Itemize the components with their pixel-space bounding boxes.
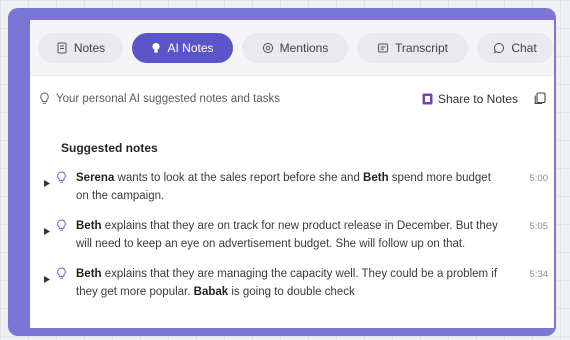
person-name: Beth: [76, 268, 102, 280]
tab-bar: Notes AI Notes Mentions Transcript Chat: [30, 20, 554, 76]
note-text: Serena wants to look at the sales report…: [76, 169, 506, 205]
tab-ai-notes[interactable]: AI Notes: [132, 32, 233, 63]
tab-label: AI Notes: [167, 40, 214, 55]
note-timestamp[interactable]: 5:05: [530, 217, 549, 253]
tab-notes[interactable]: Notes: [38, 32, 123, 63]
tab-label: Transcript: [395, 40, 448, 55]
person-name: Beth: [76, 220, 102, 232]
notes-icon: [56, 42, 68, 54]
note-timestamp[interactable]: 5:34: [530, 265, 549, 301]
note-text-segment: explains that they are on track for new …: [76, 220, 498, 250]
onenote-icon: [422, 93, 433, 105]
expand-caret-icon[interactable]: [44, 265, 56, 301]
person-name: Beth: [363, 172, 389, 184]
lightbulb-icon: [151, 42, 161, 54]
lightbulb-icon: [56, 265, 76, 301]
lightbulb-icon: [39, 92, 50, 105]
tab-label: Notes: [73, 40, 106, 55]
transcript-icon: [377, 42, 389, 54]
banner-hint: Your personal AI suggested notes and tas…: [56, 92, 280, 105]
note-item: Beth explains that they are on track for…: [30, 217, 554, 253]
share-to-notes-button[interactable]: Share to Notes: [422, 92, 518, 106]
note-text: Beth explains that they are managing the…: [76, 265, 506, 301]
suggestion-banner: Your personal AI suggested notes and tas…: [30, 76, 554, 121]
at-icon: [262, 42, 274, 54]
section-title: Suggested notes: [61, 141, 158, 155]
note-item: Beth explains that they are managing the…: [30, 265, 554, 301]
share-label: Share to Notes: [437, 91, 518, 106]
expand-caret-icon[interactable]: [44, 217, 56, 253]
tab-chat[interactable]: Chat: [477, 32, 553, 63]
tab-label: Mentions: [279, 40, 329, 55]
note-text-segment: wants to look at the sales report before…: [114, 172, 364, 184]
ai-notes-panel: Notes AI Notes Mentions Transcript Chat: [30, 20, 554, 328]
note-timestamp[interactable]: 5:00: [530, 169, 549, 205]
chat-icon: [493, 42, 505, 54]
lightbulb-icon: [56, 217, 76, 253]
tab-label: Chat: [511, 40, 537, 55]
tab-transcript[interactable]: Transcript: [357, 32, 468, 63]
person-name: Babak: [193, 286, 229, 298]
copy-icon[interactable]: [534, 92, 546, 105]
expand-caret-icon[interactable]: [44, 169, 56, 205]
person-name: Serena: [76, 172, 115, 184]
note-text: Beth explains that they are on track for…: [76, 217, 506, 253]
lightbulb-icon: [56, 169, 76, 205]
tab-mentions[interactable]: Mentions: [242, 32, 348, 63]
note-text-segment: is going to double check: [228, 286, 355, 298]
note-item: Serena wants to look at the sales report…: [30, 169, 554, 205]
